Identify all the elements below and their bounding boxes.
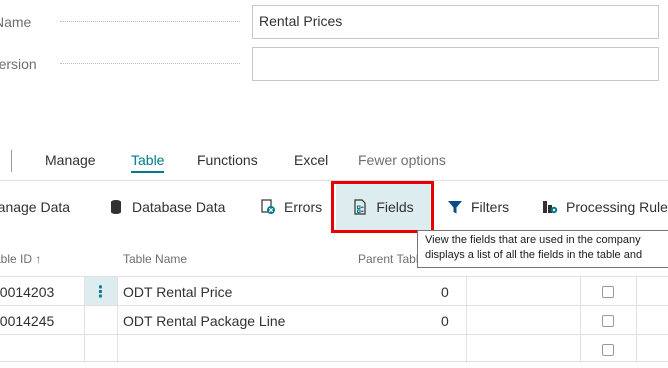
filter-icon — [448, 201, 462, 214]
checkbox-icon — [602, 285, 614, 298]
processing-rules-button[interactable]: Processing Rules — [542, 181, 668, 233]
manage-data-button[interactable]: Manage Data — [0, 181, 70, 233]
version-label: Version — [0, 56, 37, 72]
errors-icon — [261, 199, 275, 214]
tab-excel[interactable]: Excel — [294, 152, 328, 168]
database-icon — [111, 200, 121, 214]
column-divider — [84, 276, 85, 363]
name-input[interactable]: Rental Prices — [252, 5, 659, 39]
table-row[interactable]: 70014245 ODT Rental Package Line 0 — [0, 305, 668, 334]
fields-tooltip: View the fields that are used in the com… — [417, 230, 668, 268]
tab-manage[interactable]: Manage — [45, 152, 96, 168]
cell-table-name[interactable]: ODT Rental Package Line — [123, 306, 285, 335]
database-data-button[interactable]: Database Data — [108, 181, 225, 233]
checkbox-icon — [602, 343, 614, 356]
processing-rules-icon — [543, 201, 558, 214]
row-actions-button[interactable]: ⋮ — [84, 277, 117, 306]
cell-table-id: 70014203 — [0, 283, 55, 300]
row-checkbox[interactable] — [602, 277, 614, 306]
version-field-row: Version — [0, 47, 74, 81]
tab-fewer-options[interactable]: Fewer options — [358, 152, 446, 168]
name-label: Name — [0, 14, 32, 30]
column-header-table-name[interactable]: Table Name — [123, 240, 187, 278]
filters-label: Filters — [471, 199, 510, 215]
cell-parent: 0 — [441, 312, 449, 329]
cell-table-name[interactable]: ODT Rental Price — [123, 277, 232, 306]
checkbox-icon — [602, 314, 614, 327]
manage-data-label: Manage Data — [0, 199, 71, 215]
processing-rules-label: Processing Rules — [566, 199, 668, 215]
column-divider — [636, 276, 637, 363]
tabs-separator — [11, 150, 12, 172]
cell-table-id: 70014245 — [0, 312, 55, 329]
column-divider — [580, 276, 581, 363]
tab-table[interactable]: Table — [131, 152, 165, 173]
column-divider — [117, 276, 118, 363]
cell-parent: 0 — [441, 283, 449, 300]
row-checkbox[interactable] — [602, 306, 614, 335]
tooltip-line-2: displays a list of all the fields in the… — [425, 249, 643, 261]
column-header-table-id[interactable]: Table ID ↑ — [0, 240, 41, 278]
tab-functions[interactable]: Functions — [197, 152, 258, 168]
version-input[interactable] — [252, 47, 659, 81]
name-leader-dots — [60, 21, 240, 22]
errors-button[interactable]: Errors — [260, 181, 322, 233]
column-divider — [466, 276, 467, 363]
fields-highlight-box — [331, 181, 434, 233]
table-row[interactable] — [0, 334, 668, 362]
action-tabs: Manage Table Functions Excel Fewer optio… — [0, 148, 668, 176]
tooltip-line-1: View the fields that are used in the com… — [425, 234, 641, 246]
column-header-parent-table[interactable]: Parent Table — [358, 240, 425, 278]
name-field-row: Name — [0, 5, 78, 39]
version-leader-dots — [60, 63, 240, 64]
errors-label: Errors — [284, 199, 323, 215]
database-data-label: Database Data — [132, 199, 226, 215]
table-row[interactable]: 70014203 ⋮ ODT Rental Price 0 — [0, 276, 668, 306]
filters-button[interactable]: Filters — [447, 181, 509, 233]
row-checkbox[interactable] — [602, 335, 614, 364]
